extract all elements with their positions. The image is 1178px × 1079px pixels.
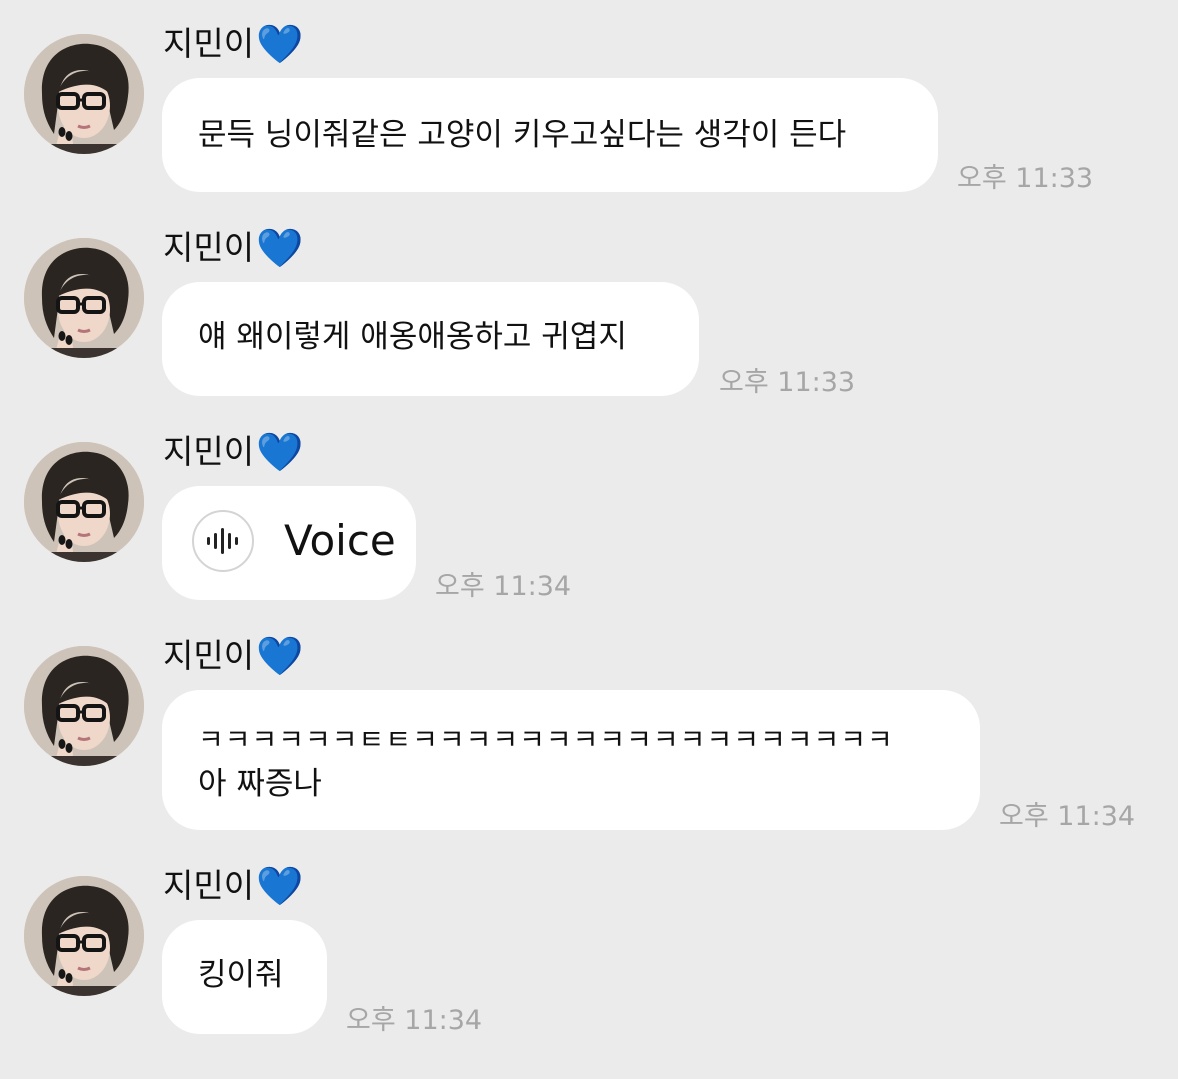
voice-label: Voice bbox=[284, 516, 396, 565]
audio-waveform-icon[interactable] bbox=[192, 510, 254, 572]
sender-name: 지민이💙 bbox=[163, 634, 303, 678]
avatar[interactable] bbox=[24, 34, 144, 154]
sender-name: 지민이💙 bbox=[163, 22, 303, 66]
message-timestamp: 오후 11:33 bbox=[957, 163, 1094, 194]
blue-heart-icon: 💙 bbox=[256, 634, 304, 678]
message-bubble[interactable]: 킹이줘 bbox=[162, 920, 327, 1034]
sender-name-text: 지민이 bbox=[163, 24, 255, 63]
avatar[interactable] bbox=[24, 876, 144, 996]
chat-message: 지민이💙 얘 왜이렇게 애옹애옹하고 귀엽지 오후 11:33 bbox=[0, 226, 1178, 406]
blue-heart-icon: 💙 bbox=[256, 430, 304, 474]
message-bubble[interactable]: 문득 닝이줘같은 고양이 키우고싶다는 생각이 든다 bbox=[162, 78, 938, 192]
message-timestamp: 오후 11:34 bbox=[999, 801, 1136, 832]
message-bubble[interactable]: 얘 왜이렇게 애옹애옹하고 귀엽지 bbox=[162, 282, 699, 396]
voice-message-bubble[interactable]: Voice bbox=[162, 486, 416, 600]
message-timestamp: 오후 11:34 bbox=[435, 571, 572, 602]
message-text: 킹이줘 bbox=[198, 957, 284, 993]
message-timestamp: 오후 11:33 bbox=[719, 367, 856, 398]
sender-name: 지민이💙 bbox=[163, 226, 303, 270]
message-bubble[interactable]: ㅋㅋㅋㅋㅋㅋㅌㅌㅋㅋㅋㅋㅋㅋㅋㅋㅋㅋㅋㅋㅋㅋㅋㅋㅋㅋ 아 짜증나 bbox=[162, 690, 980, 830]
message-text-line: ㅋㅋㅋㅋㅋㅋㅌㅌㅋㅋㅋㅋㅋㅋㅋㅋㅋㅋㅋㅋㅋㅋㅋㅋㅋㅋ bbox=[198, 723, 894, 756]
blue-heart-icon: 💙 bbox=[256, 864, 304, 908]
blue-heart-icon: 💙 bbox=[256, 226, 304, 270]
message-text: 얘 왜이렇게 애옹애옹하고 귀엽지 bbox=[198, 319, 627, 355]
sender-name-text: 지민이 bbox=[163, 866, 255, 905]
sender-name: 지민이💙 bbox=[163, 430, 303, 474]
message-text-line: 아 짜증나 bbox=[198, 766, 322, 802]
avatar[interactable] bbox=[24, 442, 144, 562]
chat-message: 지민이💙 Voice 오후 11:34 bbox=[0, 430, 1178, 610]
chat-message: 지민이💙 킹이줘 오후 11:34 bbox=[0, 864, 1178, 1044]
message-timestamp: 오후 11:34 bbox=[346, 1005, 483, 1036]
chat-message: 지민이💙 ㅋㅋㅋㅋㅋㅋㅌㅌㅋㅋㅋㅋㅋㅋㅋㅋㅋㅋㅋㅋㅋㅋㅋㅋㅋㅋ 아 짜증나 오후… bbox=[0, 634, 1178, 844]
avatar[interactable] bbox=[24, 238, 144, 358]
avatar[interactable] bbox=[24, 646, 144, 766]
sender-name-text: 지민이 bbox=[163, 228, 255, 267]
blue-heart-icon: 💙 bbox=[256, 22, 304, 66]
sender-name-text: 지민이 bbox=[163, 636, 255, 675]
sender-name: 지민이💙 bbox=[163, 864, 303, 908]
message-text: 문득 닝이줘같은 고양이 키우고싶다는 생각이 든다 bbox=[198, 117, 847, 153]
sender-name-text: 지민이 bbox=[163, 432, 255, 471]
chat-message: 지민이💙 문득 닝이줘같은 고양이 키우고싶다는 생각이 든다 오후 11:33 bbox=[0, 22, 1178, 202]
